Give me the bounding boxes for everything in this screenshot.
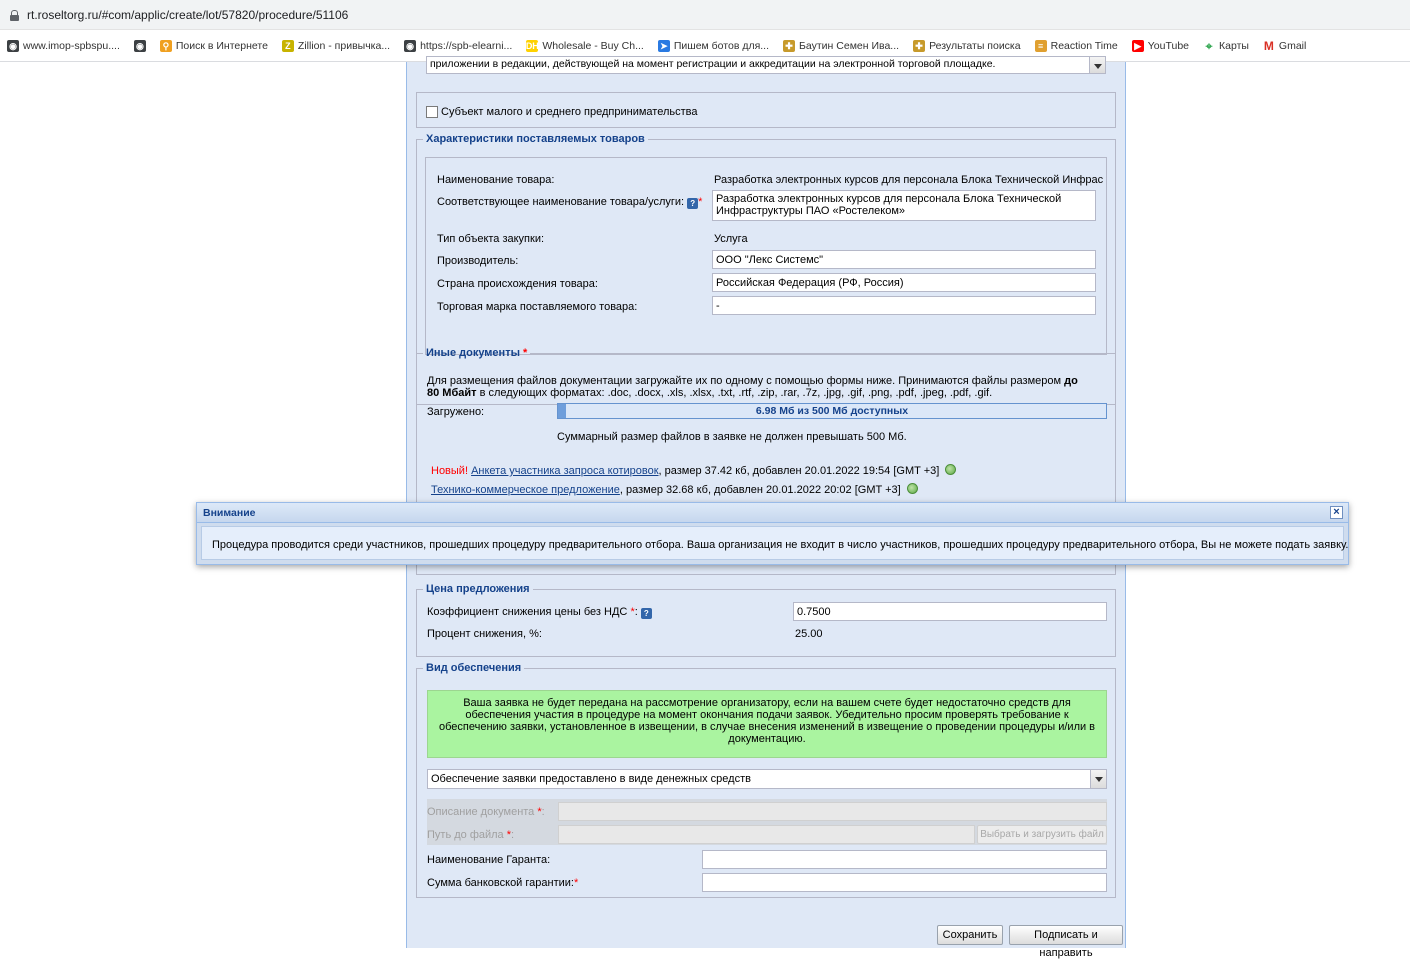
product-name-label: Наименование товара: bbox=[437, 174, 555, 186]
browser-address-bar: rt.roseltorg.ru/#com/applic/create/lot/5… bbox=[0, 0, 1410, 30]
search-icon: ⚲ bbox=[159, 40, 172, 52]
bookmark-item[interactable]: ◉ www.imop-spbspu.... bbox=[0, 40, 127, 52]
security-notice: Ваша заявка не будет передана на рассмот… bbox=[427, 690, 1107, 758]
file-path-input[interactable] bbox=[558, 825, 975, 844]
file-item: Технико-коммерческое предложение, размер… bbox=[431, 483, 918, 496]
save-button[interactable]: Сохранить bbox=[937, 925, 1003, 945]
choose-upload-file-button[interactable]: Выбрать и загрузить файл bbox=[977, 825, 1107, 844]
document-description-label: Описание документа *: bbox=[427, 806, 545, 818]
security-type-select[interactable]: Обеспечение заявки предоставлено в виде … bbox=[427, 769, 1107, 789]
uploaded-label: Загружено: bbox=[427, 406, 485, 418]
document-edition-select[interactable]: приложении в редакции, действующей на мо… bbox=[426, 56, 1106, 74]
bookmark-item[interactable]: ▶ YouTube bbox=[1125, 40, 1196, 52]
youtube-icon: ▶ bbox=[1131, 40, 1144, 52]
brand-label: Торговая марка поставляемого товара: bbox=[437, 301, 638, 313]
matching-name-textarea[interactable]: Разработка электронных курсов для персон… bbox=[712, 190, 1096, 221]
document-description-input[interactable] bbox=[558, 802, 1107, 821]
reduction-percent-label: Процент снижения, %: bbox=[427, 628, 542, 640]
reaction-icon: ≡ bbox=[1034, 40, 1047, 52]
price-offer-fieldset: Цена предложения Коэффициент снижения це… bbox=[416, 583, 1116, 657]
help-icon[interactable]: ? bbox=[687, 198, 699, 209]
price-coefficient-label: Коэффициент снижения цены без НДС *: ? bbox=[427, 606, 652, 619]
delete-file-icon[interactable] bbox=[945, 464, 957, 475]
sme-checkbox-label: Субъект малого и среднего предпринимател… bbox=[441, 106, 698, 118]
chevron-down-icon[interactable] bbox=[1089, 57, 1105, 73]
modal-message: Процедура проводится среди участников, п… bbox=[212, 539, 1349, 551]
cross-icon: ✚ bbox=[913, 40, 926, 52]
reduction-percent-value: 25.00 bbox=[795, 628, 823, 640]
globe-icon: ◉ bbox=[404, 40, 417, 52]
goods-legend: Характеристики поставляемых товаров bbox=[426, 133, 645, 145]
documents-legend: Иные документы * bbox=[426, 347, 528, 359]
modal-body: Процедура проводится среди участников, п… bbox=[201, 526, 1348, 560]
zillion-icon: Z bbox=[281, 40, 294, 52]
warning-modal: Внимание × Процедура проводится среди уч… bbox=[196, 502, 1349, 565]
upload-info-text: Для размещения файлов документации загру… bbox=[427, 375, 1078, 399]
sme-checkbox[interactable] bbox=[426, 106, 438, 118]
matching-name-label: Соответствующее наименование товара/услу… bbox=[437, 196, 703, 209]
price-legend: Цена предложения bbox=[426, 583, 530, 595]
bookmark-item[interactable]: ◉ https://spb-elearni... bbox=[397, 40, 519, 52]
file-path-label: Путь до файла *: bbox=[427, 829, 515, 841]
bookmark-item[interactable]: ⚲ Поиск в Интернете bbox=[153, 40, 275, 52]
upload-progress-bar: 6.98 Мб из 500 Мб доступных bbox=[557, 403, 1107, 419]
dh-icon: DH bbox=[525, 40, 539, 52]
delete-file-icon[interactable] bbox=[906, 483, 918, 494]
brand-input[interactable]: - bbox=[712, 296, 1096, 315]
bookmark-item[interactable]: ➤ Пишем ботов для... bbox=[651, 40, 776, 52]
lock-icon bbox=[10, 9, 19, 21]
bird-icon: ➤ bbox=[657, 40, 670, 52]
bookmark-item[interactable]: ✚ Результаты поиска bbox=[906, 40, 1028, 52]
security-type-fieldset: Вид обеспечения Ваша заявка не будет пер… bbox=[416, 662, 1116, 898]
modal-title: Внимание bbox=[203, 507, 256, 519]
procurement-type-value: Услуга bbox=[714, 233, 748, 245]
manufacturer-label: Производитель: bbox=[437, 255, 519, 267]
security-legend: Вид обеспечения bbox=[426, 662, 522, 674]
upload-progress-text: 6.98 Мб из 500 Мб доступных bbox=[755, 405, 909, 417]
size-limit-note: Суммарный размер файлов в заявке не долж… bbox=[557, 431, 907, 443]
price-coefficient-input[interactable]: 0.7500 bbox=[793, 602, 1107, 621]
bookmark-item[interactable]: Z Zillion - привычка... bbox=[275, 40, 397, 52]
guarantee-sum-label: Сумма банковской гарантии:* bbox=[427, 877, 579, 889]
sign-and-send-button[interactable]: Подписать и направить bbox=[1009, 925, 1123, 959]
gmail-icon: M bbox=[1263, 39, 1274, 53]
sme-fieldset: Субъект малого и среднего предпринимател… bbox=[416, 92, 1116, 128]
procurement-type-label: Тип объекта закупки: bbox=[437, 233, 545, 245]
file-item: Новый! Анкета участника запроса котирово… bbox=[431, 464, 957, 477]
goods-inner-fieldset: Наименование товара: Разработка электрон… bbox=[425, 157, 1107, 355]
help-icon[interactable]: ? bbox=[640, 608, 652, 619]
cross-icon: ✚ bbox=[783, 40, 796, 52]
bookmark-item[interactable]: DH Wholesale - Buy Ch... bbox=[519, 40, 651, 52]
bookmark-item[interactable]: ⌖ Карты bbox=[1196, 38, 1256, 53]
manufacturer-input[interactable]: ООО "Лекс Системс" bbox=[712, 250, 1096, 269]
globe-icon: ◉ bbox=[7, 40, 19, 52]
maps-icon: ⌖ bbox=[1205, 38, 1213, 53]
bookmark-item[interactable]: ≡ Reaction Time bbox=[1028, 40, 1125, 52]
bookmark-item[interactable]: ◉ bbox=[127, 40, 153, 52]
country-label: Страна происхождения товара: bbox=[437, 278, 598, 290]
chevron-down-icon[interactable] bbox=[1090, 770, 1106, 788]
country-input[interactable]: Российская Федерация (РФ, Россия) bbox=[712, 273, 1096, 292]
guarantor-name-label: Наименование Гаранта: bbox=[427, 854, 551, 866]
file-link[interactable]: Технико-коммерческое предложение bbox=[431, 484, 620, 496]
close-icon[interactable]: × bbox=[1330, 506, 1343, 519]
file-link[interactable]: Анкета участника запроса котировок bbox=[471, 465, 658, 477]
modal-header: Внимание × bbox=[197, 503, 1348, 523]
bookmark-item[interactable]: M Gmail bbox=[1256, 39, 1313, 53]
globe-icon: ◉ bbox=[133, 40, 146, 52]
guarantee-sum-input[interactable] bbox=[702, 873, 1107, 892]
url-text[interactable]: rt.roseltorg.ru/#com/applic/create/lot/5… bbox=[27, 8, 348, 22]
product-name-value: Разработка электронных курсов для персон… bbox=[714, 174, 1104, 186]
bookmark-item[interactable]: ✚ Баутин Семен Ива... bbox=[776, 40, 906, 52]
guarantor-name-input[interactable] bbox=[702, 850, 1107, 869]
